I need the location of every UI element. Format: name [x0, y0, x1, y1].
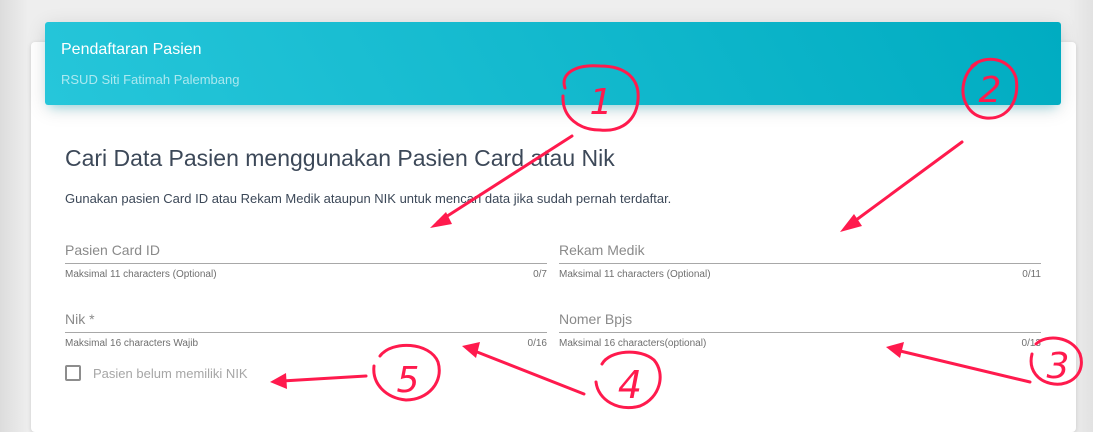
annotation-4-number: 4	[618, 363, 642, 407]
annotation-overlay: 1 2 3 4 5	[270, 57, 1083, 409]
annotation-1: 1	[430, 64, 640, 228]
annotation-3-arrow	[894, 348, 1032, 384]
annotation-1-arrow	[436, 134, 574, 224]
annotation-5-arrow	[280, 374, 368, 383]
annotation-5: 5	[270, 343, 441, 402]
annotation-5-arrowhead	[270, 373, 287, 389]
annotation-4-arrowhead	[462, 342, 480, 358]
annotation-5-number: 5	[397, 360, 420, 401]
annotation-4: 4	[462, 342, 662, 409]
annotation-3-number: 3	[1047, 346, 1070, 387]
annotation-3-arrowhead	[886, 342, 904, 358]
annotation-1-number: 1	[590, 82, 613, 123]
annotation-2-arrow	[846, 140, 964, 228]
annotation-2: 2	[840, 57, 1019, 232]
annotation-2-number: 2	[979, 70, 1002, 111]
annotation-3: 3	[886, 336, 1083, 387]
annotation-4-arrow	[470, 348, 586, 396]
